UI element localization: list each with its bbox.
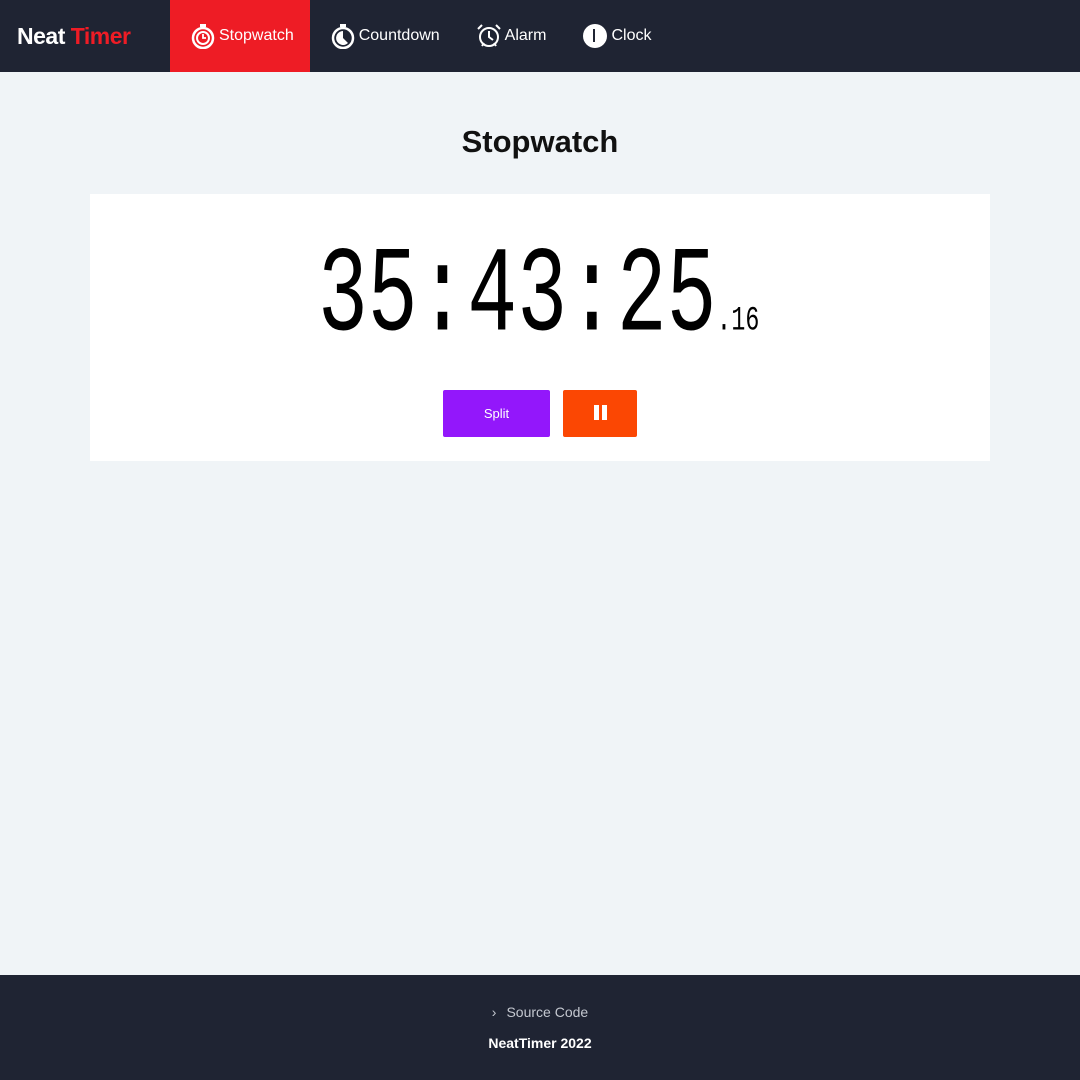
footer: › Source Code NeatTimer 2022 — [0, 975, 1080, 1080]
nav-stopwatch[interactable]: Stopwatch — [170, 0, 310, 72]
pause-button[interactable] — [563, 390, 637, 437]
brand-logo[interactable]: Neat Timer — [17, 23, 170, 50]
nav-label: Countdown — [358, 27, 440, 44]
chevron-right-icon: › — [491, 1004, 497, 1020]
nav-label: Alarm — [504, 27, 547, 44]
brand-part2: Timer — [70, 22, 131, 49]
nav-label: Clock — [611, 27, 652, 44]
pause-icon — [592, 404, 608, 423]
page-title: Stopwatch — [461, 124, 619, 159]
clock-icon — [583, 24, 608, 48]
split-button[interactable]: Split — [443, 390, 550, 437]
nav-clock[interactable]: Clock — [562, 0, 667, 72]
timer-fraction: 16 — [731, 302, 760, 341]
brand-part1: Neat — [17, 22, 65, 49]
stopwatch-icon — [191, 24, 215, 49]
alarm-clock-icon — [476, 24, 501, 47]
timer-display: 35:43:25.16 — [318, 237, 760, 360]
source-code-label: Source Code — [506, 1004, 589, 1020]
nav-countdown[interactable]: Countdown — [310, 0, 456, 72]
timer-icon — [331, 24, 354, 49]
source-code-link[interactable]: › Source Code — [0, 1004, 1080, 1020]
copyright: NeatTimer 2022 — [488, 1035, 592, 1051]
timer-main: 35:43:25 — [318, 229, 717, 368]
top-nav: Neat Timer Stopwatch Countdown Alarm Clo… — [0, 0, 1080, 72]
nav-alarm[interactable]: Alarm — [456, 0, 563, 72]
stopwatch-card: 35:43:25.16 Split — [90, 194, 990, 461]
nav-label: Stopwatch — [219, 27, 294, 44]
decimal-point: . — [716, 300, 732, 342]
